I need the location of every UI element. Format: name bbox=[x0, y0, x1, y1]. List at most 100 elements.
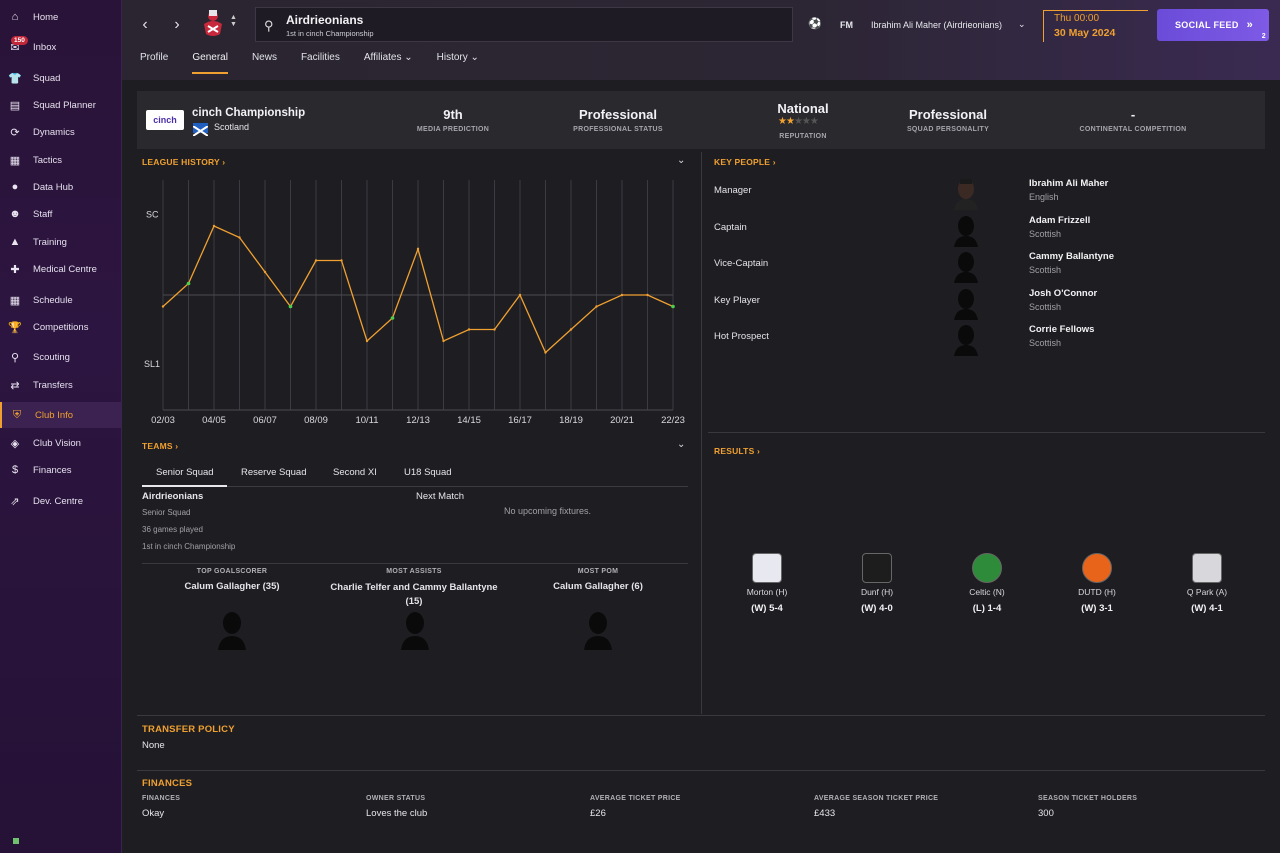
result-item[interactable]: Dunf (H) (W) 4-0 bbox=[842, 553, 912, 614]
tab-general[interactable]: General bbox=[192, 52, 228, 74]
result-item[interactable]: DUTD (H) (W) 3-1 bbox=[1062, 553, 1132, 614]
tab-profile[interactable]: Profile bbox=[140, 52, 168, 74]
sidebar-item-data-hub[interactable]: ● Data Hub bbox=[0, 174, 121, 200]
sidebar-item-competitions[interactable]: 🏆 Competitions bbox=[0, 314, 121, 340]
result-item[interactable]: Celtic (N) (L) 1-4 bbox=[952, 553, 1022, 614]
team-name[interactable]: Airdrieonians bbox=[142, 491, 203, 502]
finances-divider bbox=[137, 770, 1265, 771]
crest-dropdown-icon[interactable]: ▲ ▼ bbox=[230, 14, 237, 28]
sidebar-item-schedule[interactable]: ▦ Schedule bbox=[0, 287, 121, 313]
data-point[interactable] bbox=[569, 328, 573, 331]
data-point[interactable] bbox=[467, 328, 471, 331]
team-tab-second-xi[interactable]: Second XI bbox=[333, 467, 377, 478]
search-bar[interactable]: ⚲ Airdrieonians 1st in cinch Championshi… bbox=[255, 7, 793, 42]
sidebar-item-squad-planner[interactable]: ▤ Squad Planner bbox=[0, 92, 121, 118]
data-point[interactable] bbox=[595, 305, 598, 308]
data-point[interactable] bbox=[212, 224, 216, 228]
team-tab-reserve-squad[interactable]: Reserve Squad bbox=[241, 467, 306, 478]
sidebar-item-inbox[interactable]: ✉ 150 Inbox bbox=[0, 34, 121, 60]
sidebar-item-home[interactable]: ⌂ Home bbox=[0, 4, 121, 30]
data-point[interactable] bbox=[161, 305, 165, 308]
team-tab-u18-squad[interactable]: U18 Squad bbox=[404, 467, 452, 478]
data-point[interactable] bbox=[620, 293, 624, 297]
manager-area[interactable]: ⚽ FM Ibrahim Ali Maher (Airdrieonians) ⌄ bbox=[800, 8, 1040, 42]
sidebar-item-squad[interactable]: 👕 Squad bbox=[0, 65, 121, 91]
club-crest-icon[interactable] bbox=[200, 8, 226, 40]
sidebar-item-transfers[interactable]: ⇄ Transfers bbox=[0, 372, 121, 398]
key-person-nationality: Scottish bbox=[1029, 301, 1062, 312]
collapse-chevron-icon[interactable]: ⌄ bbox=[677, 155, 685, 166]
sidebar-item-club-vision[interactable]: ◈ Club Vision bbox=[0, 430, 121, 456]
manager-avatar[interactable] bbox=[953, 178, 979, 210]
data-point[interactable] bbox=[263, 270, 267, 274]
x-tick-label: 04/05 bbox=[202, 415, 226, 426]
sidebar-item-dev-centre[interactable]: ⇗ Dev. Centre bbox=[0, 488, 121, 514]
data-point[interactable] bbox=[390, 316, 395, 320]
key-person-name[interactable]: Josh O'Connor bbox=[1029, 288, 1097, 299]
person-silhouette-icon[interactable] bbox=[953, 251, 979, 284]
sidebar-item-label: Club Vision bbox=[33, 437, 81, 449]
most-pom[interactable]: Calum Gallagher (6) bbox=[508, 581, 688, 592]
country-name[interactable]: Scotland bbox=[214, 122, 249, 132]
social-feed-button[interactable]: SOCIAL FEED » 2 bbox=[1157, 9, 1269, 41]
data-point[interactable] bbox=[493, 328, 496, 331]
tab-affiliates[interactable]: Affiliates ⌄ bbox=[364, 52, 413, 74]
data-point[interactable] bbox=[340, 259, 343, 262]
data-point[interactable] bbox=[416, 247, 420, 251]
data-point[interactable] bbox=[671, 304, 675, 309]
sidebar-item-tactics[interactable]: ▦ Tactics bbox=[0, 147, 121, 173]
sidebar-item-training[interactable]: ▲ Training bbox=[0, 229, 121, 255]
tab-facilities[interactable]: Facilities bbox=[301, 52, 340, 74]
key-person-name[interactable]: Ibrahim Ali Maher bbox=[1029, 178, 1108, 189]
back-arrow-icon[interactable]: ‹ bbox=[132, 12, 158, 38]
sidebar-item-staff[interactable]: ☻ Staff bbox=[0, 201, 121, 227]
result-score: (W) 4-1 bbox=[1191, 603, 1223, 614]
person-silhouette-icon[interactable] bbox=[953, 288, 979, 320]
data-point[interactable] bbox=[288, 304, 293, 309]
sidebar-item-label: Squad Planner bbox=[33, 99, 96, 111]
key-person-name[interactable]: Adam Frizzell bbox=[1029, 215, 1090, 226]
data-point[interactable] bbox=[646, 293, 649, 297]
top-goalscorer[interactable]: Calum Gallagher (35) bbox=[142, 581, 322, 592]
club-title: Airdrieonians bbox=[286, 13, 364, 27]
data-point[interactable] bbox=[186, 281, 191, 286]
most-assists[interactable]: Charlie Telfer and Cammy Ballantyne (15) bbox=[324, 581, 504, 609]
data-point[interactable] bbox=[442, 339, 445, 343]
team-tab-senior-squad[interactable]: Senior Squad bbox=[156, 467, 214, 478]
reputation-value: National bbox=[777, 101, 829, 116]
key-person-name[interactable]: Cammy Ballantyne bbox=[1029, 251, 1114, 262]
forward-arrow-icon[interactable]: › bbox=[164, 12, 190, 38]
key-people-title[interactable]: KEY PEOPLE › bbox=[714, 157, 776, 167]
data-point[interactable] bbox=[544, 351, 547, 354]
y-tick-label: SC bbox=[146, 210, 159, 220]
player-silhouette-icon bbox=[218, 612, 246, 650]
sidebar-item-club-info[interactable]: ⛨ Club Info bbox=[0, 402, 121, 428]
sidebar-item-medical-centre[interactable]: ✚ Medical Centre bbox=[0, 256, 121, 282]
person-silhouette-icon[interactable] bbox=[953, 324, 979, 357]
key-people-title-text: KEY PEOPLE bbox=[714, 157, 771, 167]
data-hub-icon: ● bbox=[11, 181, 19, 193]
teams-title[interactable]: TEAMS › bbox=[142, 441, 178, 451]
league-history-title[interactable]: LEAGUE HISTORY › bbox=[142, 157, 225, 167]
teams-collapse-chevron-icon[interactable]: ⌄ bbox=[677, 439, 685, 450]
x-tick-label: 06/07 bbox=[253, 415, 277, 426]
data-point[interactable] bbox=[365, 339, 369, 343]
results-title[interactable]: RESULTS › bbox=[714, 446, 760, 456]
x-tick-label: 12/13 bbox=[406, 415, 430, 426]
data-point[interactable] bbox=[518, 293, 522, 297]
tab-news[interactable]: News bbox=[252, 52, 277, 74]
league-name[interactable]: cinch Championship bbox=[192, 107, 305, 119]
date-box[interactable]: Thu 00:00 30 May 2024 bbox=[1043, 10, 1148, 42]
sidebar-item-finances[interactable]: $ Finances bbox=[0, 457, 121, 483]
data-point[interactable] bbox=[238, 236, 241, 239]
finance-value: Okay bbox=[142, 808, 165, 819]
sidebar-item-label: Scouting bbox=[33, 351, 70, 363]
result-item[interactable]: Morton (H) (W) 5-4 bbox=[732, 553, 802, 614]
key-person-name[interactable]: Corrie Fellows bbox=[1029, 324, 1094, 335]
person-silhouette-icon[interactable] bbox=[953, 215, 979, 247]
sidebar-item-dynamics[interactable]: ⟳ Dynamics bbox=[0, 119, 121, 145]
data-point[interactable] bbox=[314, 259, 318, 262]
result-item[interactable]: Q Park (A) (W) 4-1 bbox=[1172, 553, 1242, 614]
tab-history[interactable]: History ⌄ bbox=[437, 52, 479, 74]
sidebar-item-scouting[interactable]: ⚲ Scouting bbox=[0, 344, 121, 370]
